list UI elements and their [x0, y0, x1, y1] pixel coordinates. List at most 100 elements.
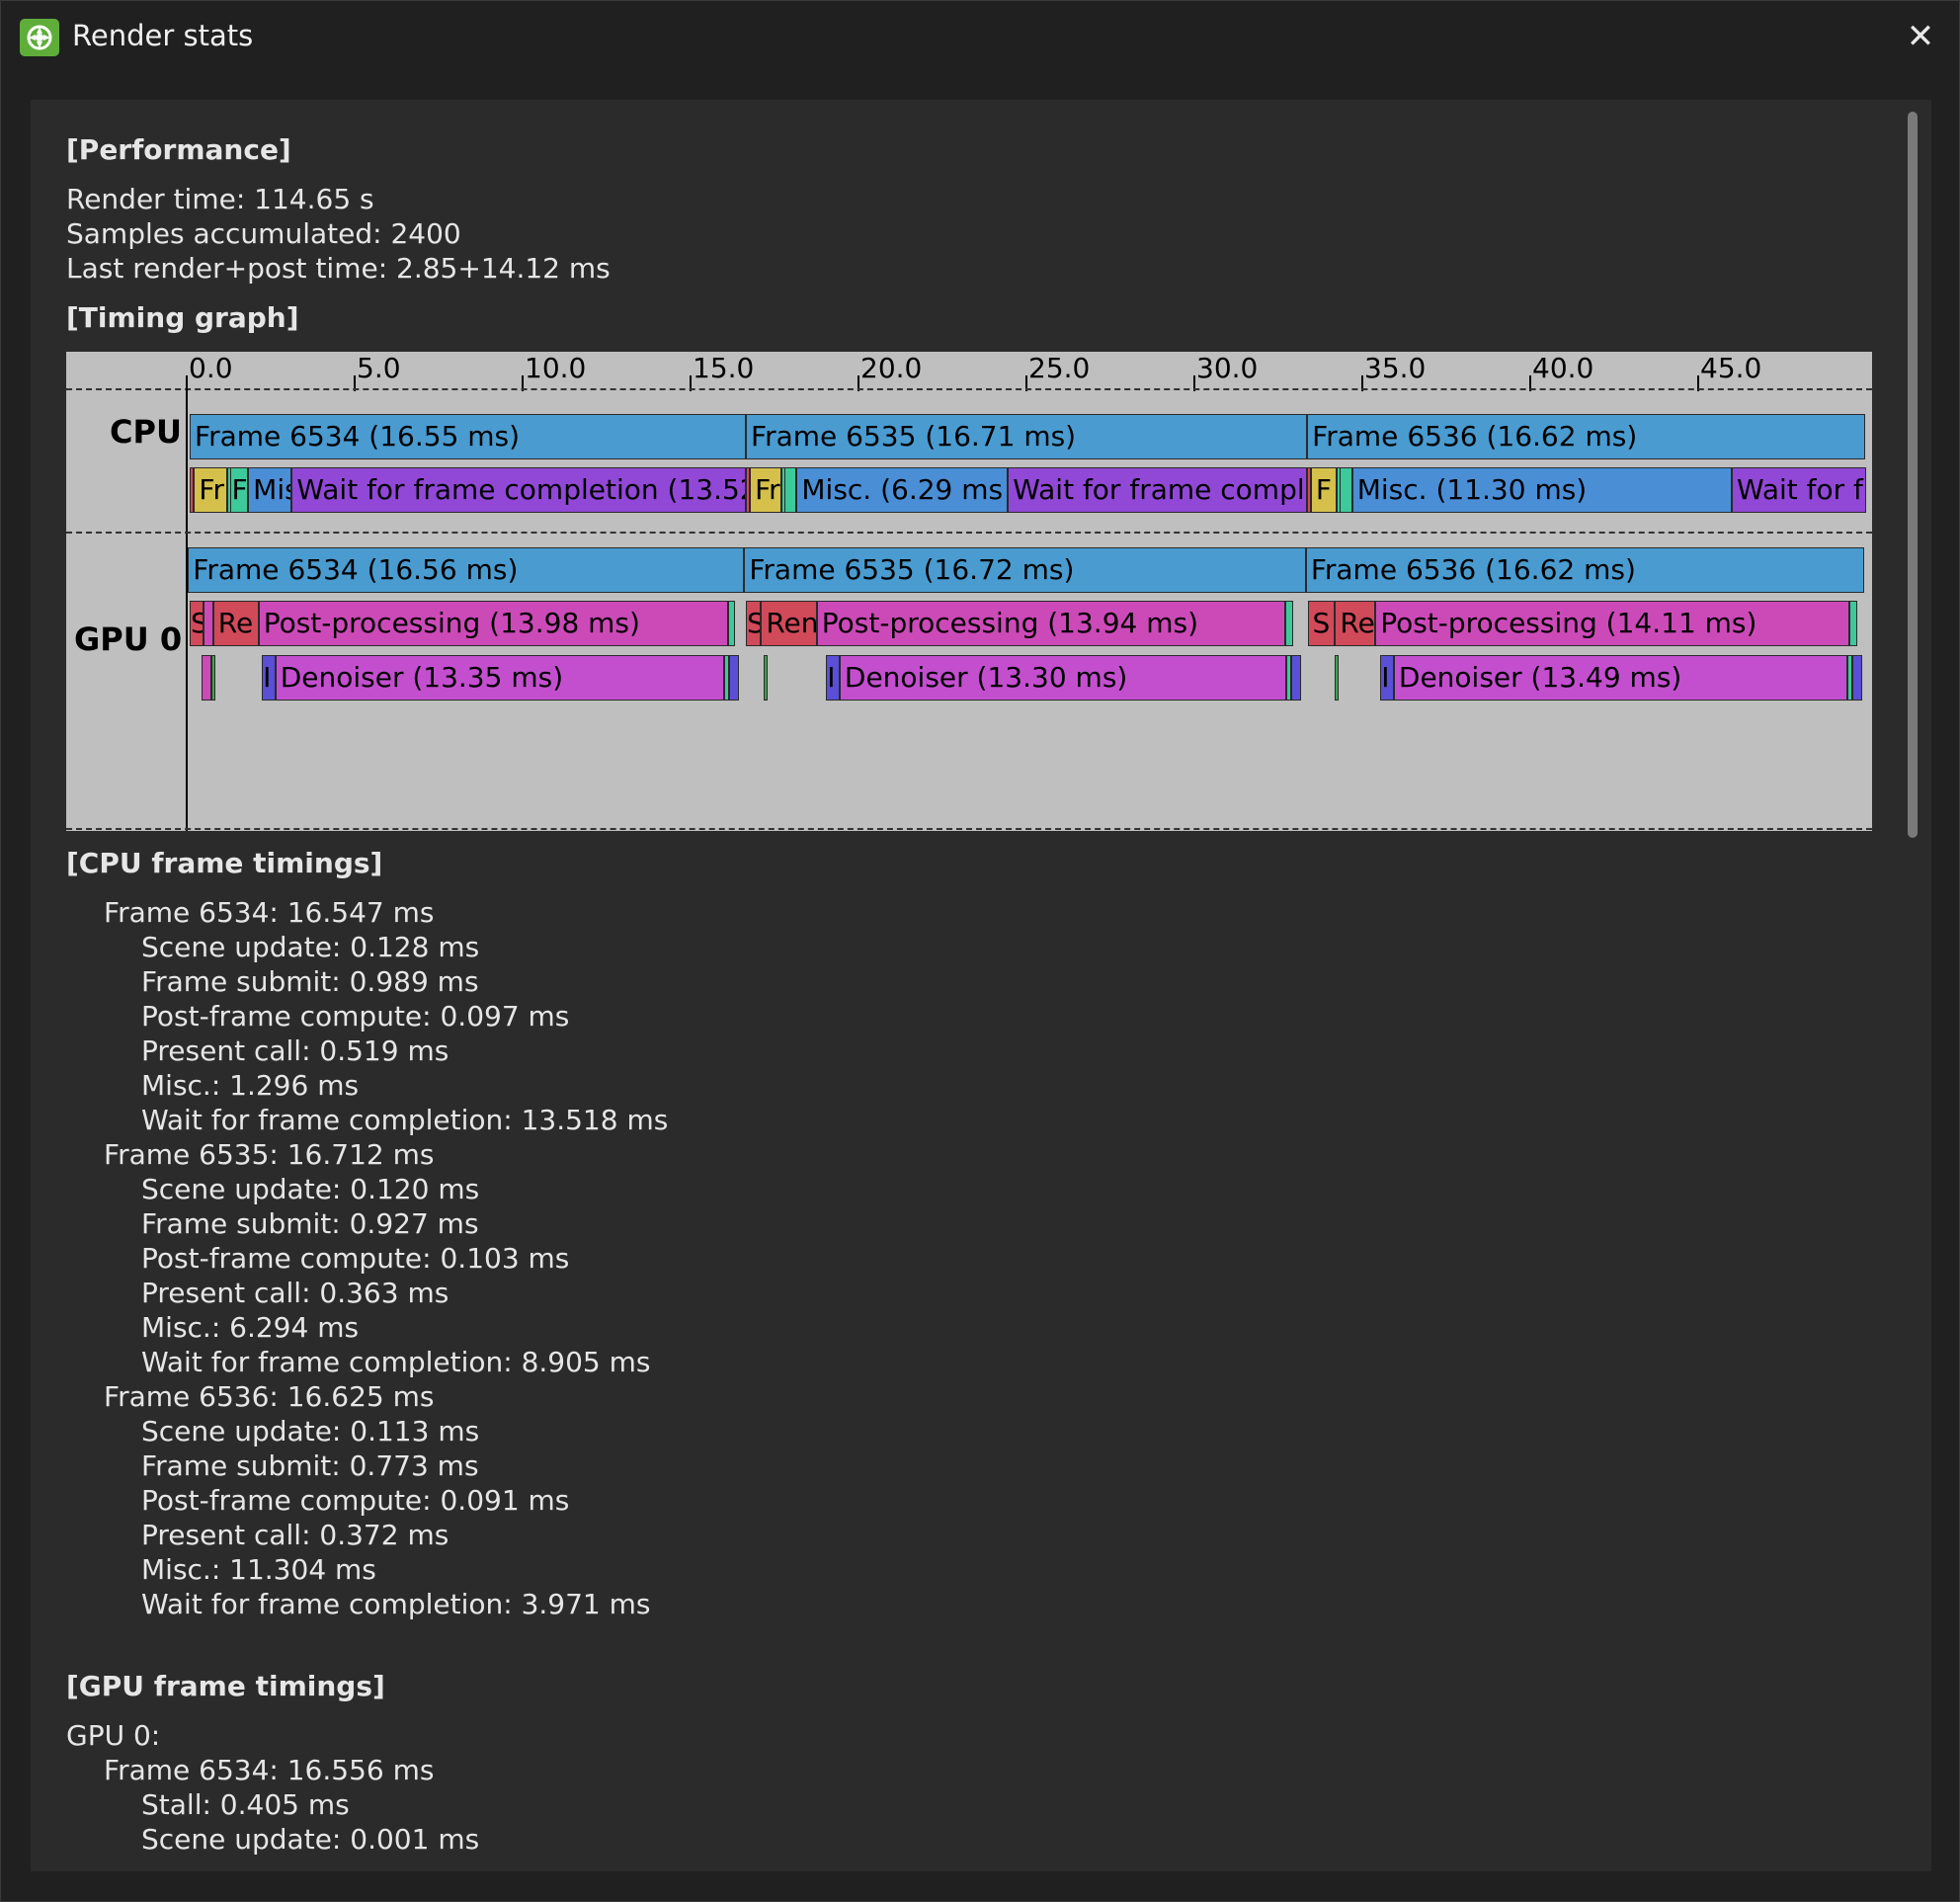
gpu-subtask-bar[interactable]: [1335, 655, 1340, 701]
cpu-frame-bar[interactable]: Frame 6534 (16.55 ms): [190, 414, 746, 459]
cpu-task-bar[interactable]: Wait for frame comple: [1008, 467, 1308, 513]
timing-line: Frame 6536: 16.625 ms: [104, 1380, 435, 1413]
gpu-subtask-bar[interactable]: [764, 655, 769, 701]
tick-label: 10.0: [525, 352, 587, 384]
performance-header: [Performance]: [66, 133, 291, 166]
gpu-task-bar[interactable]: Post-processing (13.98 ms): [258, 601, 728, 646]
gpu-subtask-bar[interactable]: [201, 655, 212, 701]
cpu-task-bar[interactable]: Mis: [248, 467, 292, 513]
timing-graph: 0.0 5.0 10.0 15.0 20.0 25.0 30.0 35.0 40.0 45.0 C…: [66, 352, 1872, 831]
cpu-task-bar[interactable]: [784, 467, 797, 513]
tick-label: 25.0: [1028, 352, 1091, 384]
gpu-frame-bar[interactable]: Frame 6536 (16.62 ms): [1305, 547, 1864, 593]
gpu-task-bar[interactable]: Post-processing (14.11 ms): [1375, 601, 1849, 646]
timing-line: Frame 6534: 16.556 ms: [104, 1754, 435, 1786]
label-divider: [186, 388, 188, 831]
timing-line: Wait for frame completion: 13.518 ms: [141, 1104, 669, 1136]
tick-label: 5.0: [357, 352, 401, 384]
row-divider: [66, 532, 1872, 534]
samples-accumulated: Samples accumulated: 2400: [66, 217, 461, 250]
cpu-task-bar[interactable]: Wait for f: [1731, 467, 1866, 513]
last-render-time: Last render+post time: 2.85+14.12 ms: [66, 252, 611, 285]
gpu-subtask-bar[interactable]: Denoiser (13.35 ms): [275, 655, 724, 701]
cpu-task-bar[interactable]: Misc. (11.30 ms): [1351, 467, 1732, 513]
timing-line: Present call: 0.519 ms: [141, 1034, 449, 1067]
cpu-frame-bar[interactable]: Frame 6536 (16.62 ms): [1307, 414, 1866, 459]
cpu-task-bar[interactable]: Wait for frame completion (13.52: [291, 467, 747, 513]
tick-label: 30.0: [1196, 352, 1259, 384]
gpu-task-bar[interactable]: S: [190, 601, 204, 646]
gpu-subtask-bar[interactable]: Denoiser (13.30 ms): [839, 655, 1287, 701]
gpu-subtask-bar[interactable]: Denoiser (13.49 ms): [1393, 655, 1847, 701]
close-button[interactable]: ✕: [1896, 13, 1945, 62]
tick-label: 20.0: [860, 352, 923, 384]
render-stats-window: Render stats ✕ [Performance] Render time…: [0, 0, 1960, 1902]
gpu-task-bar[interactable]: Re: [212, 601, 259, 646]
timing-line: Scene update: 0.001 ms: [141, 1823, 480, 1856]
cpu-row-label: CPU: [110, 413, 182, 451]
cpu-task-bar[interactable]: Fr: [194, 467, 228, 513]
gpu-subtask-bar[interactable]: I: [262, 655, 276, 701]
title-bar[interactable]: Render stats ✕: [1, 1, 1960, 74]
timing-line: Frame 6535: 16.712 ms: [104, 1138, 435, 1171]
timing-line: Misc.: 1.296 ms: [141, 1069, 360, 1102]
timing-line: Scene update: 0.113 ms: [141, 1415, 480, 1447]
gpu-task-bar[interactable]: Post-processing (13.94 ms): [816, 601, 1285, 646]
timing-graph-header: [Timing graph]: [66, 301, 299, 334]
tick-label: 35.0: [1364, 352, 1427, 384]
gpu-subtask-bar[interactable]: [728, 655, 739, 701]
cpu-task-bar[interactable]: F: [1310, 467, 1338, 513]
gpu-subtask-bar[interactable]: [1291, 655, 1302, 701]
axis-divider: [66, 388, 1872, 390]
timing-line: Wait for frame completion: 8.905 ms: [141, 1346, 651, 1378]
cpu-timings-header: [CPU frame timings]: [66, 847, 383, 879]
timing-line: GPU 0:: [66, 1719, 161, 1752]
window-title: Render stats: [72, 19, 254, 52]
cpu-task-bar[interactable]: F: [230, 467, 249, 513]
timing-line: Frame submit: 0.773 ms: [141, 1449, 479, 1482]
gpu-subtask-bar[interactable]: [211, 655, 216, 701]
gpu-task-bar[interactable]: Re: [1335, 601, 1376, 646]
timing-line: Frame submit: 0.927 ms: [141, 1207, 479, 1240]
tick-label: 45.0: [1700, 352, 1762, 384]
cpu-frame-bar[interactable]: Frame 6535 (16.71 ms): [746, 414, 1308, 459]
gpu-frame-bar[interactable]: Frame 6535 (16.72 ms): [744, 547, 1306, 593]
timing-line: Misc.: 6.294 ms: [141, 1311, 360, 1344]
gpu-subtask-bar[interactable]: I: [826, 655, 840, 701]
scrollbar[interactable]: [1908, 112, 1918, 838]
gpu-row-label: GPU 0: [74, 620, 183, 658]
tick-label: 15.0: [693, 352, 755, 384]
timing-line: Frame 6534: 16.547 ms: [104, 896, 435, 929]
timing-line: Post-frame compute: 0.097 ms: [141, 1000, 570, 1033]
gpu-task-bar[interactable]: [1848, 601, 1858, 646]
timing-line: Post-frame compute: 0.091 ms: [141, 1484, 570, 1517]
cpu-task-bar[interactable]: [1340, 467, 1352, 513]
app-logo-icon: [20, 19, 59, 56]
graph-bottom-line: [66, 828, 1872, 830]
gpu-task-bar[interactable]: [1284, 601, 1294, 646]
cpu-task-bar[interactable]: Fr: [750, 467, 781, 513]
gpu-task-bar[interactable]: S: [746, 601, 762, 646]
timing-line: Stall: 0.405 ms: [141, 1788, 350, 1821]
tick-label: 0.0: [189, 352, 233, 384]
stats-panel[interactable]: [Performance] Render time: 114.65 s Samp…: [31, 100, 1931, 1871]
gpu-task-bar[interactable]: [203, 601, 213, 646]
timing-line: Wait for frame completion: 3.971 ms: [141, 1588, 651, 1620]
timing-line: Frame submit: 0.989 ms: [141, 965, 479, 998]
timing-line: Scene update: 0.128 ms: [141, 931, 480, 963]
tick-label: 40.0: [1532, 352, 1594, 384]
timing-line: Present call: 0.372 ms: [141, 1519, 449, 1551]
gpu-timings-header: [GPU frame timings]: [66, 1670, 385, 1702]
close-icon: ✕: [1906, 17, 1935, 56]
timing-line: Post-frame compute: 0.103 ms: [141, 1242, 570, 1275]
cpu-task-bar[interactable]: Misc. (6.29 ms: [796, 467, 1009, 513]
timing-line: Present call: 0.363 ms: [141, 1277, 449, 1309]
gpu-task-bar[interactable]: S: [1307, 601, 1336, 646]
gpu-subtask-bar[interactable]: [1851, 655, 1862, 701]
gpu-task-bar[interactable]: Ren: [761, 601, 817, 646]
render-time: Render time: 114.65 s: [66, 183, 374, 215]
gpu-subtask-bar[interactable]: I: [1380, 655, 1394, 701]
timing-line: Misc.: 11.304 ms: [141, 1553, 376, 1586]
gpu-task-bar[interactable]: [728, 601, 735, 646]
gpu-frame-bar[interactable]: Frame 6534 (16.56 ms): [188, 547, 745, 593]
